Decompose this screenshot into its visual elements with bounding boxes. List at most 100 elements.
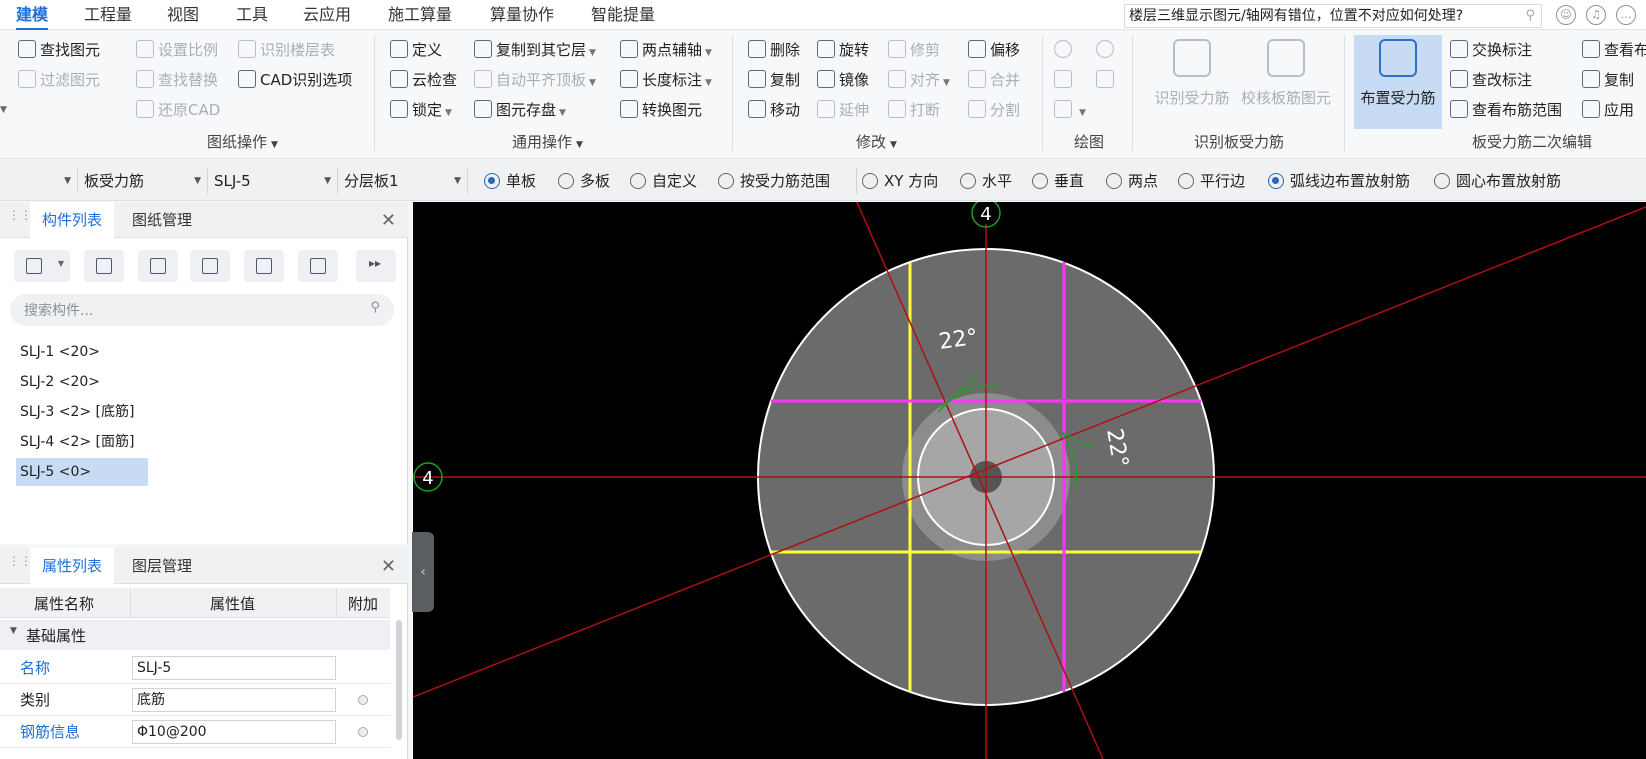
auto-flush-button[interactable]: 自动平齐顶板 ▼ bbox=[474, 68, 596, 92]
list-item[interactable]: SLJ-3 <2> [底筋] bbox=[16, 398, 138, 426]
search-icon[interactable]: ⚲ bbox=[1525, 5, 1535, 27]
menu-tab-construction[interactable]: 施工算量 bbox=[388, 3, 452, 27]
tab-component-list[interactable]: 构件列表 bbox=[30, 202, 115, 238]
radio-parallel-edge[interactable]: 平行边 bbox=[1178, 171, 1245, 191]
menu-tab-smart[interactable]: 智能提量 bbox=[591, 3, 655, 27]
merge-button[interactable]: 合并 bbox=[968, 68, 1020, 92]
define-button[interactable]: 定义 bbox=[390, 38, 442, 62]
headset-icon[interactable]: ♫ bbox=[1586, 5, 1606, 25]
copy-to-floor-button[interactable]: 复制到其它层 ▼ bbox=[474, 38, 596, 62]
drawing-canvas[interactable]: 4 4 22° 22° bbox=[413, 202, 1646, 759]
layer-copy-button[interactable] bbox=[190, 250, 230, 282]
swap-label-button[interactable]: 交换标注 bbox=[1450, 38, 1532, 62]
draw-line-button[interactable] bbox=[1054, 68, 1076, 92]
trim-button[interactable]: 修剪 bbox=[888, 38, 940, 62]
radio-custom[interactable]: 自定义 bbox=[630, 171, 697, 191]
list-item[interactable]: SLJ-4 <2> [面筋] bbox=[16, 428, 138, 456]
mirror-button[interactable]: 镜像 bbox=[817, 68, 869, 92]
layer-slab-combo[interactable]: 分层板1 ▼ bbox=[338, 168, 468, 194]
align-button[interactable]: 对齐 ▼ bbox=[888, 68, 950, 92]
element-name-combo[interactable]: SLJ-5 ▼ bbox=[208, 168, 338, 194]
place-rebar-button[interactable]: 布置受力筋 bbox=[1354, 35, 1442, 129]
identify-rebar-button[interactable]: 识别受力筋 bbox=[1140, 35, 1244, 127]
list-item[interactable]: SLJ-1 <20> bbox=[16, 338, 104, 366]
list-item-selected[interactable]: SLJ-5 <0> bbox=[16, 458, 148, 486]
offset-button[interactable]: 偏移 bbox=[968, 38, 1020, 62]
length-dim-button[interactable]: 长度标注 ▼ bbox=[620, 68, 712, 92]
set-scale-button[interactable]: 设置比例 bbox=[136, 38, 218, 62]
drag-grip-icon[interactable]: ⋮⋮ bbox=[8, 209, 32, 228]
restore-cad-button[interactable]: 还原CAD bbox=[136, 98, 220, 122]
floor-combo[interactable]: ▼ bbox=[0, 168, 78, 194]
general-ops-group-label[interactable]: 通用操作 ▼ bbox=[512, 131, 583, 153]
lock-button[interactable]: 锁定 ▼ bbox=[390, 98, 452, 122]
tab-layer-manage[interactable]: 图层管理 bbox=[120, 548, 204, 584]
expand-arrow-icon[interactable]: ▼ bbox=[0, 98, 7, 122]
close-icon[interactable]: ✕ bbox=[381, 210, 396, 231]
menu-tab-quantity[interactable]: 工程量 bbox=[84, 3, 132, 27]
attach-checkbox[interactable] bbox=[358, 695, 368, 705]
more-tools-button[interactable]: ▸▸ bbox=[356, 250, 396, 282]
tab-drawing-manage[interactable]: 图纸管理 bbox=[120, 202, 204, 238]
radio-arc-radial[interactable]: 弧线边布置放射筋 bbox=[1268, 171, 1410, 191]
copy-button[interactable]: 复制 bbox=[748, 68, 800, 92]
find-replace-button[interactable]: 查找替换 bbox=[136, 68, 218, 92]
menu-tab-view[interactable]: 视图 bbox=[167, 3, 199, 27]
identify-floor-table-button[interactable]: 识别楼层表 bbox=[238, 38, 335, 62]
help-search-input[interactable]: 楼层三维显示图元/轴网有错位，位置不对应如何处理? ⚲ bbox=[1124, 4, 1542, 28]
extract-component-button[interactable] bbox=[298, 250, 338, 282]
radio-xy-direction[interactable]: XY 方向 bbox=[862, 171, 938, 191]
panel-collapse-handle[interactable]: ‹ bbox=[412, 532, 434, 612]
extend-button[interactable]: 延伸 bbox=[817, 98, 869, 122]
attach-checkbox[interactable] bbox=[358, 727, 368, 737]
component-search-input[interactable]: 搜索构件... ⚲ bbox=[10, 294, 394, 326]
element-type-combo[interactable]: 板受力筋 ▼ bbox=[78, 168, 208, 194]
convert-element-button[interactable]: 转换图元 bbox=[620, 98, 702, 122]
check-slab-rebar-button[interactable]: 校核板筋图元 bbox=[1234, 35, 1338, 127]
menu-tab-collab[interactable]: 算量协作 bbox=[490, 3, 554, 27]
save-element-button[interactable]: 图元存盘 ▼ bbox=[474, 98, 566, 122]
draw-point-button[interactable] bbox=[1054, 38, 1076, 62]
menu-tab-modeling[interactable]: 建模 bbox=[16, 3, 49, 30]
find-element-button[interactable]: 查找图元 bbox=[18, 38, 100, 62]
radio-single-slab[interactable]: 单板 bbox=[484, 171, 536, 191]
radio-vertical[interactable]: 垂直 bbox=[1032, 171, 1084, 191]
split-button[interactable]: 分割 bbox=[968, 98, 1020, 122]
draw-arc-button[interactable]: ▼ bbox=[1054, 98, 1086, 122]
edit-label-button[interactable]: 查改标注 bbox=[1450, 68, 1532, 92]
move-button[interactable]: 移动 bbox=[748, 98, 800, 122]
drawing-ops-group-label[interactable]: 图纸操作 ▼ bbox=[207, 131, 278, 153]
tab-property-list[interactable]: 属性列表 bbox=[30, 548, 115, 584]
chat-icon[interactable]: … bbox=[1616, 5, 1636, 25]
radio-horizontal[interactable]: 水平 bbox=[960, 171, 1012, 191]
save-component-button[interactable] bbox=[244, 250, 284, 282]
radio-center-radial[interactable]: 圆心布置放射筋 bbox=[1434, 171, 1561, 191]
radio-two-point[interactable]: 两点 bbox=[1106, 171, 1158, 191]
user-icon[interactable]: ☺ bbox=[1556, 5, 1576, 25]
break-button[interactable]: 打断 bbox=[888, 98, 940, 122]
property-scrollbar[interactable] bbox=[396, 620, 402, 740]
menu-tab-cloud[interactable]: 云应用 bbox=[303, 3, 351, 27]
apply-button[interactable]: 应用 bbox=[1582, 98, 1634, 122]
radio-multi-slab[interactable]: 多板 bbox=[558, 171, 610, 191]
cad-options-button[interactable]: CAD识别选项 bbox=[238, 68, 352, 92]
copy-component-button[interactable] bbox=[84, 250, 124, 282]
menu-tab-tools[interactable]: 工具 bbox=[236, 3, 268, 27]
draw-circle-button[interactable] bbox=[1096, 38, 1118, 62]
view-layout-button[interactable]: 查看布 bbox=[1582, 38, 1646, 62]
two-point-axis-button[interactable]: 两点辅轴 ▼ bbox=[620, 38, 712, 62]
rotate-button[interactable]: 旋转 bbox=[817, 38, 869, 62]
cloud-check-button[interactable]: 云检查 bbox=[390, 68, 457, 92]
property-group-row[interactable]: ▼ 基础属性 bbox=[0, 620, 390, 650]
drag-grip-icon[interactable]: ⋮⋮ bbox=[8, 555, 32, 574]
modify-group-label[interactable]: 修改 ▼ bbox=[856, 131, 897, 153]
view-rebar-range-button[interactable]: 查看布筋范围 bbox=[1450, 98, 1562, 122]
list-item[interactable]: SLJ-2 <20> bbox=[16, 368, 104, 396]
radio-rebar-range[interactable]: 按受力筋范围 bbox=[718, 171, 830, 191]
close-icon[interactable]: ✕ bbox=[381, 556, 396, 577]
search-icon[interactable]: ⚲ bbox=[370, 300, 380, 315]
copy-rebar-button[interactable]: 复制 bbox=[1582, 68, 1634, 92]
draw-rect-button[interactable] bbox=[1096, 68, 1118, 92]
filter-element-button[interactable]: 过滤图元 bbox=[18, 68, 100, 92]
delete-button[interactable]: 删除 bbox=[748, 38, 800, 62]
